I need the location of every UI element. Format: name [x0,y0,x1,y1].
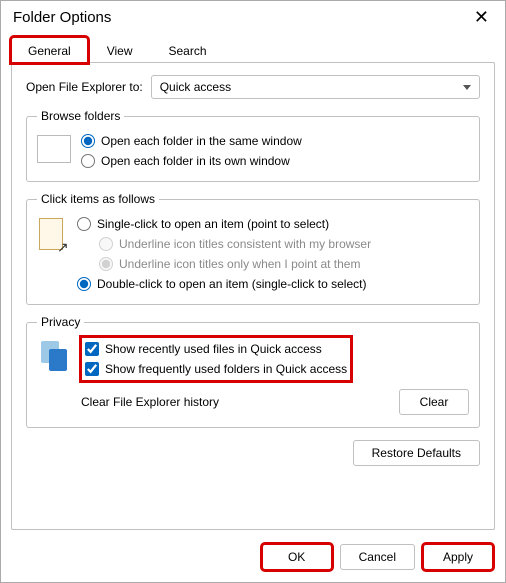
radio-underline-browser: Underline icon titles consistent with my… [99,234,469,254]
check-recent-files[interactable]: Show recently used files in Quick access [85,339,347,359]
privacy-icon [37,339,71,373]
radio-single-click[interactable]: Single-click to open an item (point to s… [77,214,469,234]
folder-options-dialog: Folder Options ✕ General View Search Ope… [0,0,506,583]
ok-button[interactable]: OK [262,544,332,570]
close-icon[interactable]: ✕ [468,7,495,28]
click-items-legend: Click items as follows [37,192,159,206]
restore-defaults-button[interactable]: Restore Defaults [353,440,480,466]
radio-underline-point-input [99,257,113,271]
radio-underline-browser-input [99,237,113,251]
radio-own-window[interactable]: Open each folder in its own window [81,151,469,171]
radio-double-click-input[interactable] [77,277,91,291]
window-title: Folder Options [13,9,111,26]
browse-folders-group: Browse folders Open each folder in the s… [26,109,480,182]
radio-underline-point: Underline icon titles only when I point … [99,254,469,274]
radio-same-window-input[interactable] [81,134,95,148]
check-recent-files-input[interactable] [85,342,99,356]
open-explorer-select[interactable]: Quick access [151,75,480,99]
click-items-group: Click items as follows Single-click to o… [26,192,480,305]
radio-same-window[interactable]: Open each folder in the same window [81,131,469,151]
check-frequent-folders-input[interactable] [85,362,99,376]
radio-double-click[interactable]: Double-click to open an item (single-cli… [77,274,469,294]
privacy-group: Privacy Show recently used files in Quic… [26,315,480,428]
tabstrip: General View Search [1,36,505,62]
window-icon [37,135,71,163]
tab-view[interactable]: View [90,37,150,63]
privacy-legend: Privacy [37,315,84,329]
titlebar: Folder Options ✕ [1,1,505,32]
cancel-button[interactable]: Cancel [340,544,415,570]
clear-history-label: Clear File Explorer history [81,395,219,409]
open-explorer-label: Open File Explorer to: [26,80,143,94]
tab-search[interactable]: Search [152,37,224,63]
open-explorer-row: Open File Explorer to: Quick access [26,75,480,99]
chevron-down-icon [463,85,471,90]
radio-single-click-input[interactable] [77,217,91,231]
dialog-buttons: OK Cancel Apply [1,538,505,582]
tab-panel-general: Open File Explorer to: Quick access Brow… [11,62,495,530]
radio-own-window-input[interactable] [81,154,95,168]
clear-button[interactable]: Clear [399,389,469,415]
open-explorer-value: Quick access [160,80,231,94]
check-frequent-folders[interactable]: Show frequently used folders in Quick ac… [85,359,347,379]
tab-general[interactable]: General [11,37,88,63]
document-cursor-icon [37,218,67,254]
apply-button[interactable]: Apply [423,544,493,570]
clear-history-row: Clear File Explorer history Clear [81,389,469,415]
browse-folders-legend: Browse folders [37,109,124,123]
